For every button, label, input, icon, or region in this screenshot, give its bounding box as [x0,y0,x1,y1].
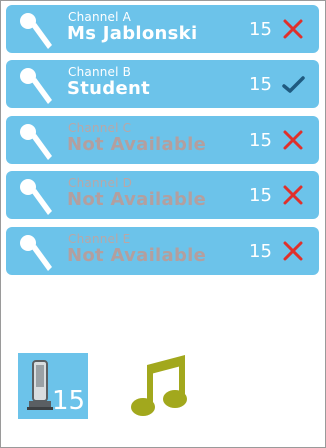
channel-name: Channel C [68,121,132,135]
microphone-icon [16,120,56,162]
checkmark-icon[interactable] [281,72,305,96]
red-x-icon[interactable] [281,239,305,263]
channel-name: Channel D [68,176,133,190]
red-x-icon[interactable] [281,128,305,152]
channel-name: Channel A [68,10,132,24]
channel-status: Not Available [67,189,207,210]
microphone-icon [16,231,56,273]
channel-e-row[interactable]: Channel E Not Available 15 [6,227,319,275]
channel-name: Channel E [68,232,131,246]
microphone-icon [16,64,56,106]
channel-status: Student [67,78,150,99]
channel-status: Not Available [67,134,207,155]
microphone-icon [16,175,56,217]
channel-level: 15 [249,19,272,40]
device-button[interactable]: 15 [18,353,88,419]
channel-level: 15 [249,130,272,151]
channel-b-row[interactable]: Channel B Student 15 [6,60,319,108]
red-x-icon[interactable] [281,17,305,41]
red-x-icon[interactable] [281,183,305,207]
channel-name: Channel B [68,65,132,79]
channel-a-row[interactable]: Channel A Ms Jablonski 15 [6,5,319,53]
device-count: 15 [52,386,86,416]
channel-status: Ms Jablonski [67,23,198,44]
channel-status: Not Available [67,245,207,266]
channel-level: 15 [249,241,272,262]
channel-level: 15 [249,74,272,95]
channel-d-row[interactable]: Channel D Not Available 15 [6,171,319,219]
app-frame: Channel A Ms Jablonski 15 Channel B Stud… [0,0,326,448]
microphone-icon [16,9,56,51]
channel-level: 15 [249,185,272,206]
music-note-icon[interactable] [129,353,189,419]
channel-c-row[interactable]: Channel C Not Available 15 [6,116,319,164]
